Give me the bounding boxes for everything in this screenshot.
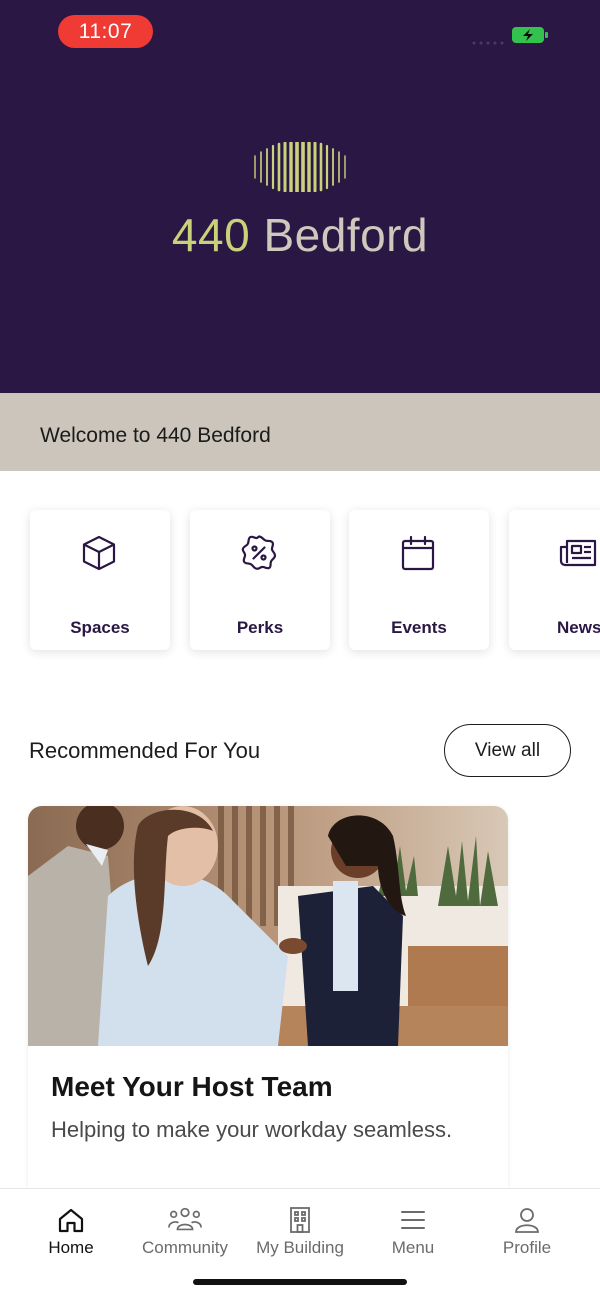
recommended-card[interactable]: Meet Your Host Team Helping to make your… xyxy=(28,806,508,1206)
quick-links: Spaces Perks Events News xyxy=(0,490,600,670)
tile-news[interactable]: News xyxy=(509,510,600,650)
badge-percent-icon xyxy=(241,535,277,570)
nav-label: Community xyxy=(142,1238,228,1257)
logo-name: Bedford xyxy=(263,209,429,261)
community-icon xyxy=(168,1207,202,1231)
nav-label: Menu xyxy=(391,1238,435,1257)
nav-home[interactable]: Home xyxy=(11,1203,131,1263)
nav-label: Profile xyxy=(502,1238,552,1257)
tile-events[interactable]: Events xyxy=(349,510,489,650)
nav-profile[interactable]: Profile xyxy=(467,1203,587,1263)
tile-label: Events xyxy=(391,618,447,637)
battery-charging-icon xyxy=(512,27,548,43)
header-banner: 11:07 440 Bedford xyxy=(0,0,600,393)
tile-perks[interactable]: Perks xyxy=(190,510,330,650)
nav-my-building[interactable]: My Building xyxy=(240,1203,360,1263)
logo-number: 440 xyxy=(171,209,251,261)
home-icon xyxy=(58,1208,84,1233)
section-title: Recommended For You xyxy=(29,738,261,763)
tile-spaces[interactable]: Spaces xyxy=(30,510,170,650)
view-all-button[interactable]: View all xyxy=(444,724,571,777)
card-subtitle: Helping to make your workday seamless. xyxy=(51,1117,453,1142)
tile-label: News xyxy=(557,618,600,637)
welcome-text: Welcome to 440 Bedford xyxy=(40,424,271,447)
building-icon xyxy=(290,1207,310,1233)
nav-label: Home xyxy=(48,1238,94,1257)
logo-wordmark: 440 Bedford xyxy=(0,208,600,262)
menu-icon xyxy=(401,1211,425,1229)
signal-icon xyxy=(472,41,504,45)
cube-icon xyxy=(82,535,116,571)
profile-icon xyxy=(515,1208,539,1233)
nav-community[interactable]: Community xyxy=(125,1203,245,1263)
calendar-icon xyxy=(401,535,435,571)
tile-label: Perks xyxy=(236,618,284,637)
card-image xyxy=(28,806,508,1046)
tile-label: Spaces xyxy=(70,618,130,637)
status-time: 11:07 xyxy=(58,15,153,48)
nav-label: My Building xyxy=(256,1238,344,1257)
newspaper-icon xyxy=(559,539,597,567)
home-indicator xyxy=(193,1279,407,1285)
nav-menu[interactable]: Menu xyxy=(353,1203,473,1263)
logo-icon xyxy=(254,142,346,192)
card-title: Meet Your Host Team xyxy=(51,1071,333,1102)
